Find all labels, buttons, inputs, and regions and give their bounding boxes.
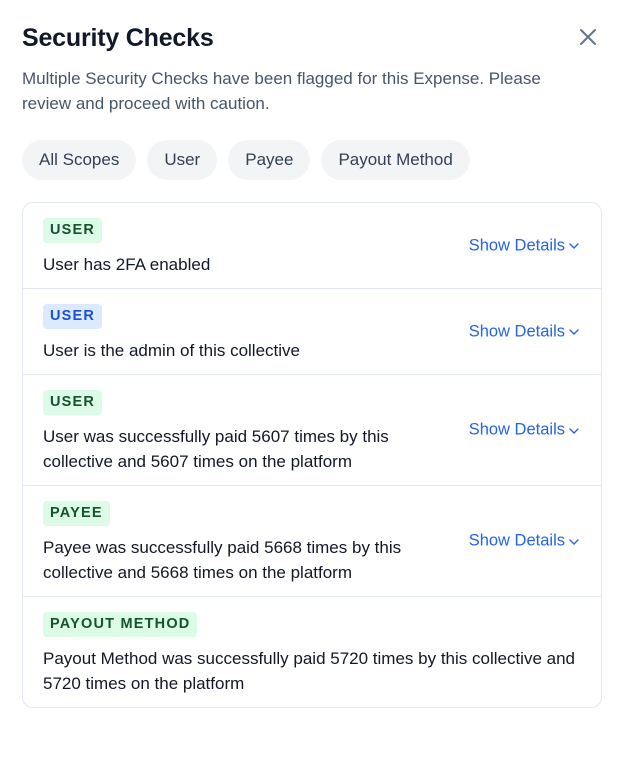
check-row: PAYEE Payee was successfully paid 5668 t…	[23, 485, 601, 596]
check-row: USER User is the admin of this collectiv…	[23, 288, 601, 374]
check-message: User is the admin of this collective	[43, 341, 300, 360]
filter-payout-method[interactable]: Payout Method	[321, 140, 470, 180]
chevron-down-icon	[569, 329, 579, 335]
security-checks-list: USER User has 2FA enabled Show Details U…	[22, 202, 602, 708]
show-details-label: Show Details	[468, 322, 565, 340]
show-details-button[interactable]: Show Details	[469, 421, 579, 440]
scope-filters: All Scopes User Payee Payout Method	[22, 140, 601, 180]
check-row: USER User was successfully paid 5607 tim…	[23, 374, 601, 485]
show-details-button[interactable]: Show Details	[469, 532, 579, 551]
show-details-label: Show Details	[468, 420, 565, 439]
check-message: Payee was successfully paid 5668 times b…	[43, 538, 402, 582]
filter-payee[interactable]: Payee	[228, 140, 311, 180]
check-row: PAYOUT METHOD Payout Method was successf…	[23, 596, 601, 707]
security-checks-modal: Security Checks Multiple Security Checks…	[0, 0, 621, 760]
chevron-down-icon	[569, 243, 579, 249]
show-details-label: Show Details	[468, 531, 565, 550]
chevron-down-icon	[569, 427, 579, 434]
chevron-down-icon	[569, 538, 579, 545]
filter-user[interactable]: User	[147, 140, 218, 180]
close-button[interactable]	[577, 26, 599, 48]
close-icon	[580, 29, 596, 45]
check-message: User has 2FA enabled	[43, 255, 211, 274]
scope-badge: PAYOUT METHOD	[43, 612, 198, 637]
check-message: User was successfully paid 5607 times by…	[43, 427, 389, 471]
modal-subtitle: Multiple Security Checks have been flagg…	[22, 69, 541, 113]
check-message: Payout Method was successfully paid 5720…	[43, 649, 575, 693]
modal-title: Security Checks	[22, 24, 214, 52]
show-details-button[interactable]: Show Details	[469, 236, 579, 255]
show-details-label: Show Details	[468, 236, 565, 254]
scope-badge: USER	[43, 218, 103, 243]
check-row: USER User has 2FA enabled Show Details	[23, 203, 601, 288]
show-details-button[interactable]: Show Details	[469, 322, 579, 341]
scope-badge: USER	[43, 304, 103, 329]
scope-badge: USER	[43, 390, 103, 415]
scope-badge: PAYEE	[43, 501, 110, 526]
filter-all-scopes[interactable]: All Scopes	[22, 140, 137, 180]
